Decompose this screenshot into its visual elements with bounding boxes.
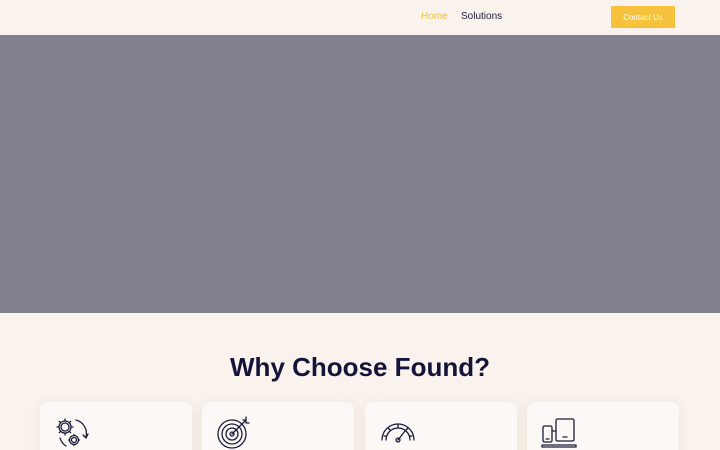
- speedometer-icon: [381, 423, 415, 443]
- site-header: Home Solutions Contact Us: [0, 0, 720, 35]
- gears-cycle-icon: [56, 418, 89, 447]
- feature-card-targeting: [202, 402, 354, 450]
- hero-banner: [0, 35, 720, 313]
- nav-link-solutions[interactable]: Solutions: [461, 11, 502, 23]
- feature-card-automation: [40, 402, 192, 450]
- contact-us-button[interactable]: Contact Us: [611, 6, 675, 28]
- section-title: Why Choose Found?: [230, 352, 490, 382]
- devices-icon: [541, 418, 577, 448]
- nav-link-home[interactable]: Home: [421, 11, 448, 23]
- feature-card-responsive: [527, 402, 679, 450]
- target-icon: [217, 416, 250, 449]
- feature-card-performance: [365, 402, 517, 450]
